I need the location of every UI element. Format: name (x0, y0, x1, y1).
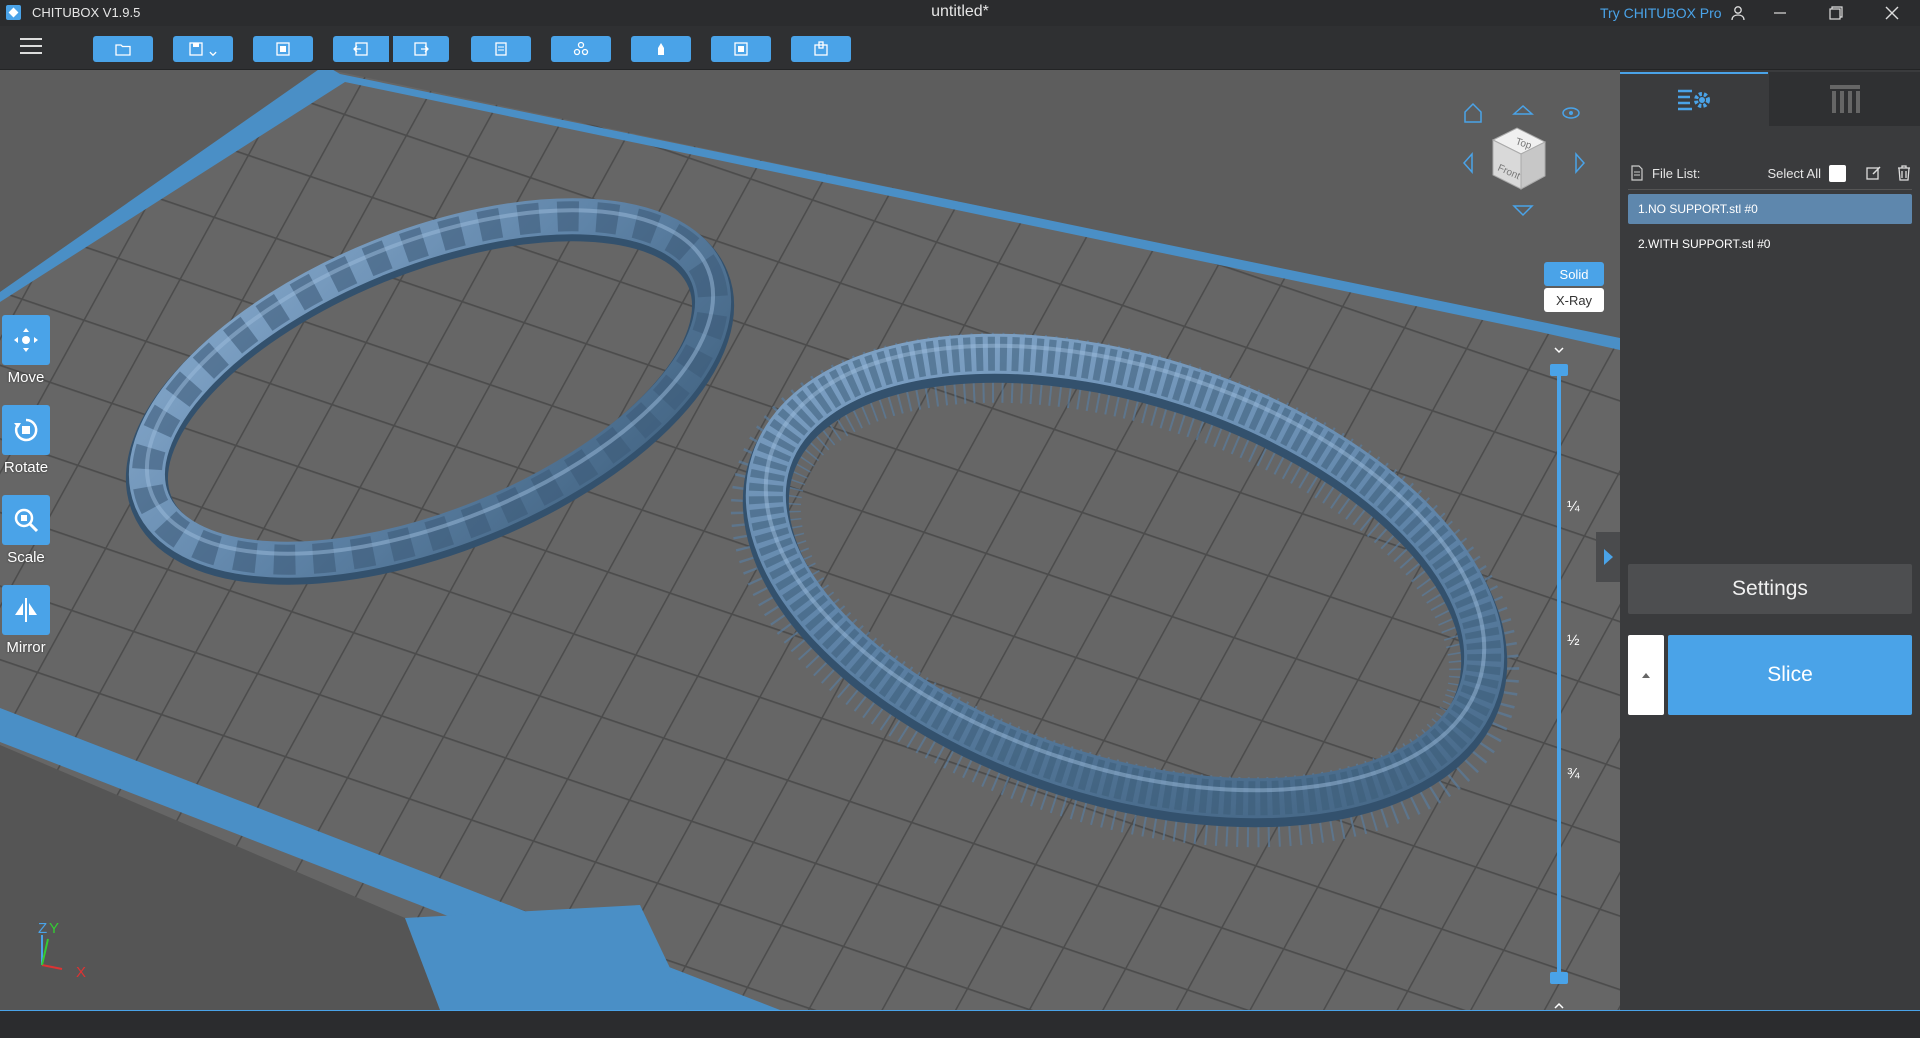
axis-indicator: Z Y X (38, 920, 86, 981)
layer-slider-track[interactable] (1557, 365, 1561, 980)
hollow-button[interactable] (711, 36, 771, 62)
undo-button[interactable] (333, 36, 389, 62)
tab-file-settings[interactable] (1620, 72, 1768, 126)
scale-icon (2, 495, 50, 545)
axis-z-label: Z (38, 920, 47, 937)
main-toolbar (0, 26, 1920, 70)
view-right-arrow-icon (1575, 152, 1586, 174)
redo-button[interactable] (393, 36, 449, 62)
copy-icon (495, 42, 507, 56)
rotate-tool-button[interactable]: Rotate (2, 405, 50, 476)
hamburger-menu-icon[interactable] (20, 38, 42, 56)
scale-label: Scale (7, 549, 45, 566)
slider-top-chevron-icon[interactable] (1554, 342, 1564, 354)
file-item-1[interactable]: 1.NO SUPPORT.stl #0 (1628, 194, 1912, 224)
scale-tool-button[interactable]: Scale (2, 495, 50, 566)
app-name: CHITUBOX V1.9.5 (32, 5, 141, 20)
rotate-label: Rotate (3, 459, 49, 476)
slider-three-quarter-label: ¾ (1567, 765, 1580, 782)
account-icon[interactable] (1716, 0, 1760, 26)
chevron-down-icon (209, 51, 217, 57)
move-tool-button[interactable]: Move (2, 315, 50, 386)
save-button[interactable] (173, 36, 233, 62)
close-button[interactable] (1870, 0, 1914, 26)
edit-icon[interactable] (1866, 165, 1882, 181)
slice-button[interactable]: Slice (1668, 635, 1912, 715)
xray-view-button[interactable]: X-Ray (1544, 288, 1604, 312)
layer-slider-bottom-handle[interactable] (1550, 972, 1568, 984)
folder-icon (115, 44, 131, 56)
layer-slider-top-handle[interactable] (1550, 364, 1568, 376)
file-list-label: File List: (1652, 165, 1701, 181)
file-item-2[interactable]: 2.WITH SUPPORT.stl #0 (1628, 229, 1912, 259)
rotate-icon (2, 405, 50, 455)
slider-bottom-chevron-icon[interactable] (1554, 998, 1564, 1009)
multi-copy-icon (573, 41, 589, 56)
view-up-arrow-icon (1512, 104, 1534, 115)
support-columns-icon (1829, 85, 1860, 113)
view-down-arrow-icon (1512, 205, 1534, 217)
view-cube[interactable]: Top Front (1455, 96, 1595, 226)
multi-copy-button[interactable] (551, 36, 611, 62)
open-file-button[interactable] (93, 36, 153, 62)
app-logo-icon (6, 5, 21, 20)
slider-quarter-label: ¼ (1567, 498, 1580, 515)
axis-y-label: Y (49, 920, 59, 937)
support-icon (658, 43, 664, 55)
3d-viewport[interactable]: Move Rotate Scale Mirror Top Front Solid (0, 70, 1620, 1010)
restore-button[interactable] (1814, 0, 1858, 26)
settings-button[interactable]: Settings (1628, 564, 1912, 614)
try-pro-link[interactable]: Try CHITUBOX Pro (1600, 5, 1722, 21)
drill-hole-button[interactable] (791, 36, 851, 62)
move-label: Move (7, 369, 45, 386)
mirror-label: Mirror (6, 639, 46, 656)
redo-icon (414, 42, 429, 56)
minimize-button[interactable] (1758, 0, 1802, 26)
solid-view-button[interactable]: Solid (1544, 262, 1604, 286)
move-icon (2, 315, 50, 365)
file-list-header: File List: Select All (1630, 160, 1912, 186)
slice-options-button[interactable] (1628, 635, 1664, 715)
save-icon (189, 42, 203, 56)
view-left-arrow-icon (1462, 152, 1473, 174)
title-bar: CHITUBOX V1.9.5 untitled* Try CHITUBOX P… (0, 0, 1920, 26)
slider-half-label: ½ (1567, 632, 1580, 649)
build-plate-scene (0, 70, 1620, 1010)
list-gear-icon (1678, 89, 1710, 111)
mirror-tool-button[interactable]: Mirror (2, 585, 50, 656)
undo-icon (353, 42, 368, 56)
document-icon (1631, 165, 1643, 181)
axis-x-label: X (76, 964, 86, 981)
copy-button[interactable] (471, 36, 531, 62)
right-panel: File List: Select All 1.NO SUPPORT.stl #… (1620, 70, 1920, 1010)
trash-icon[interactable] (1896, 165, 1912, 181)
tab-support[interactable] (1769, 72, 1920, 126)
layout-icon (276, 42, 290, 56)
auto-layout-button[interactable] (253, 36, 313, 62)
support-button[interactable] (631, 36, 691, 62)
caret-up-icon (1642, 673, 1650, 678)
status-bar (0, 1010, 1920, 1038)
home-view-icon (1464, 102, 1482, 123)
hollow-icon (734, 42, 748, 56)
select-all-label: Select All (1767, 165, 1821, 181)
panel-collapse-button[interactable] (1596, 532, 1620, 582)
caret-right-icon (1604, 549, 1613, 565)
select-all-checkbox[interactable] (1829, 164, 1846, 182)
mirror-icon (2, 585, 50, 635)
drill-icon (814, 41, 828, 56)
